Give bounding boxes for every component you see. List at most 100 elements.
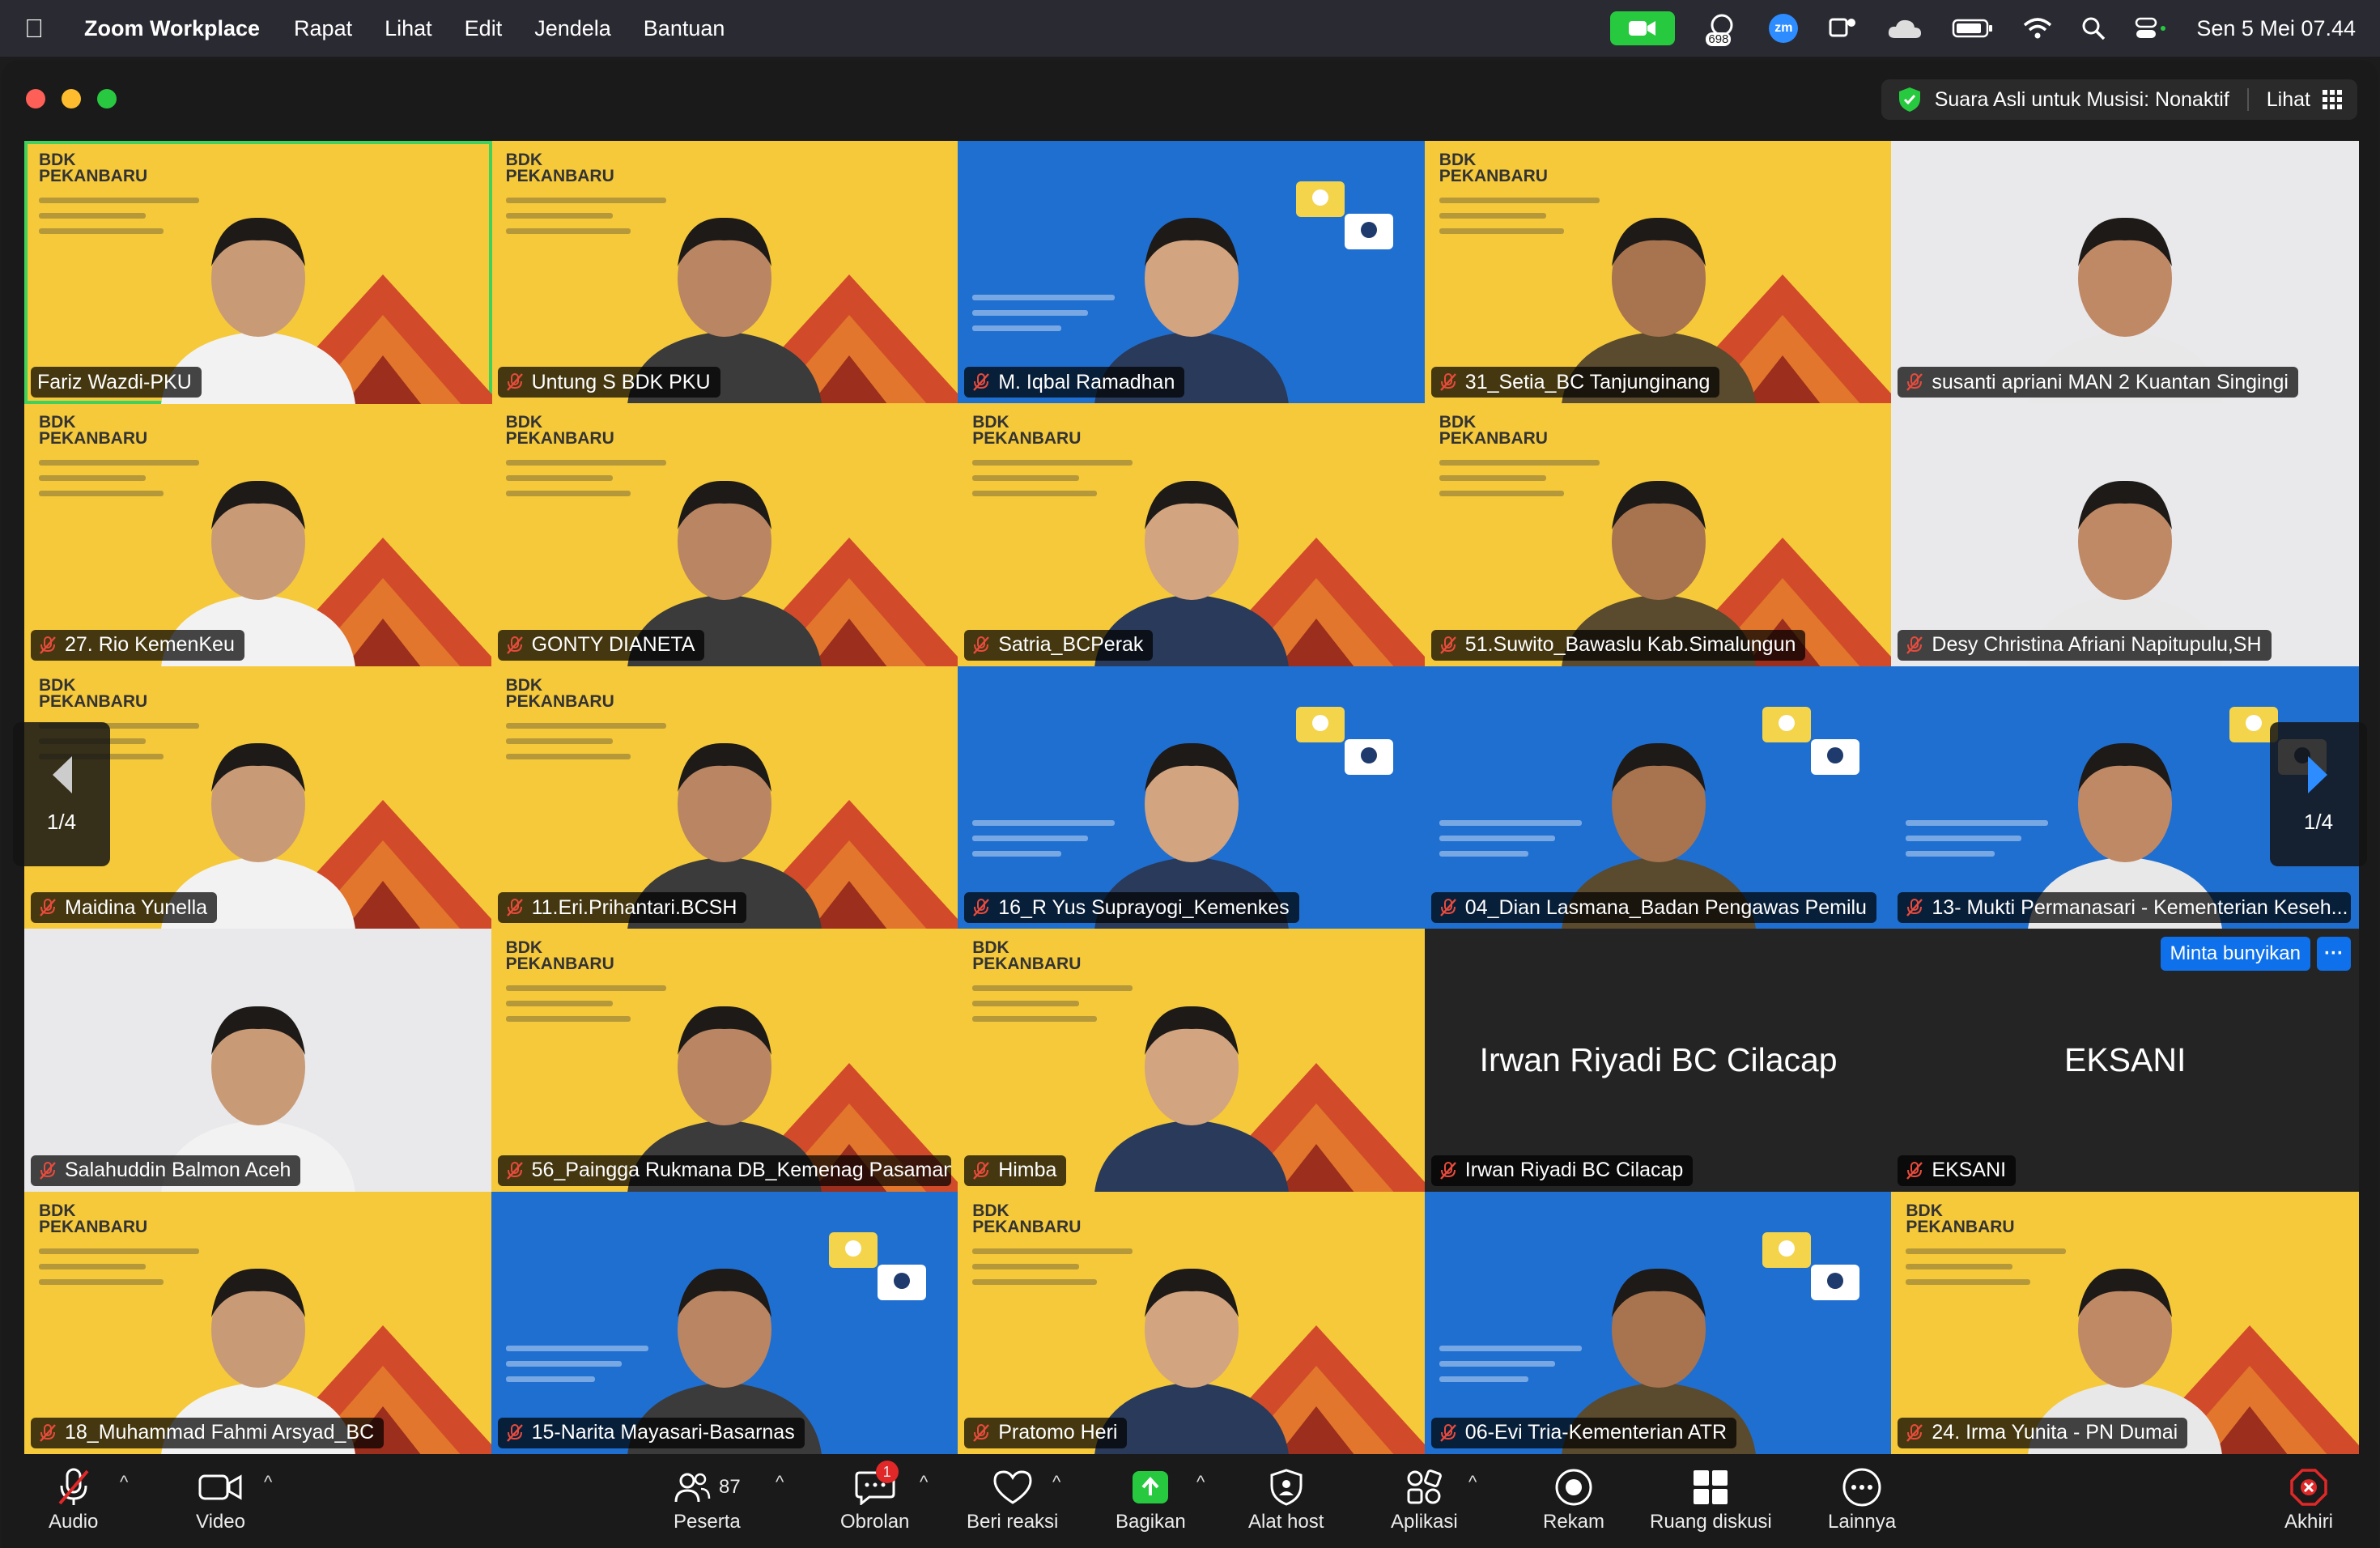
original-sound-status[interactable]: Suara Asli untuk Musisi: Nonaktif [1935,88,2229,112]
audio-options-chevron-icon[interactable]: ^ [120,1472,128,1493]
grid-view-icon[interactable] [2322,89,2343,110]
participant-name: EKSANI [1932,1159,2007,1182]
participant-display-name: Irwan Riyadi BC Cilacap [1479,1041,1838,1079]
participant-tile[interactable]: BDK PEKANBARU 24. Irma Yunita - PN Dumai [1891,1191,2359,1455]
video-button[interactable]: Video [196,1464,245,1533]
chat-button[interactable]: 1 Obrolan [840,1461,909,1533]
wifi-icon[interactable] [2023,17,2052,40]
close-window-button[interactable] [26,89,45,108]
participant-tile[interactable]: BDK PEKANBARU 11.Eri.Prihantari.BCSH [491,666,959,930]
zoom-video-status-icon[interactable] [1610,11,1676,45]
participant-tile[interactable]: BDK PEKANBARU 56_Paingga Rukmana DB_Kemena… [491,929,959,1193]
slide-title: BDK PEKANBARU [1906,1202,2014,1235]
participant-tile[interactable]: BDK PEKANBARU 27. Rio KemenKeu [24,403,492,667]
end-meeting-icon [2290,1469,2327,1506]
participants-options-chevron-icon[interactable]: ^ [776,1472,784,1493]
participants-button[interactable]: 87 Peserta [674,1464,741,1533]
ask-to-unmute-button[interactable]: Minta bunyikan [2160,937,2310,972]
participant-tile[interactable]: Desy Christina Afriani Napitupulu,SH [1891,403,2359,667]
participant-tile[interactable]: Irwan Riyadi BC Cilacap Irwan Riyadi BC C… [1424,929,1893,1193]
apps-button[interactable]: Aplikasi [1391,1464,1458,1533]
more-button[interactable]: Lainnya [1828,1464,1896,1533]
participant-name: Salahuddin Balmon Aceh [65,1159,291,1182]
participant-tile[interactable]: BDK PEKANBARU Pratomo Heri [958,1191,1426,1455]
chevron-left-icon [53,755,72,793]
share-label: Bagikan [1116,1511,1186,1533]
participant-nameplate: 56_Paingga Rukmana DB_Kemenag Pasaman [497,1155,951,1186]
participant-tile[interactable]: BDK PEKANBARU 51.Suwito_Bawaslu Kab.Simalu… [1424,403,1893,667]
battery-icon[interactable] [1952,18,1994,39]
heart-icon [993,1470,1032,1504]
participant-tile[interactable]: BDK PEKANBARU Untung S BDK PKU [491,141,959,405]
reactions-button[interactable]: Beri reaksi [967,1464,1058,1533]
microphone-muted-icon [1906,899,1923,916]
end-meeting-button[interactable]: Akhiri [2284,1464,2333,1533]
menu-rapat[interactable]: Rapat [294,16,352,41]
slide-title-line: PEKANBARU [505,691,614,711]
microphone-muted-icon [973,1423,990,1442]
participant-tile[interactable]: 16_R Yus Suprayogi_Kemenkes [958,666,1426,930]
participant-tile[interactable]: BDK PEKANBARU GONTY DIANETA [491,403,959,667]
share-options-chevron-icon[interactable]: ^ [1196,1472,1205,1493]
next-page-button[interactable]: 1/4 [2270,722,2367,866]
microphone-muted-icon [58,1468,89,1505]
slide-title: BDK PEKANBARU [972,414,1081,447]
record-button[interactable]: Rekam [1543,1464,1604,1533]
share-button[interactable]: Bagikan [1116,1464,1186,1533]
cloud-icon[interactable] [1887,17,1923,40]
participant-tile[interactable]: M. Iqbal Ramadhan [958,141,1426,405]
apps-options-chevron-icon[interactable]: ^ [1468,1472,1477,1493]
audio-button[interactable]: Audio [49,1464,98,1533]
host-tools-button[interactable]: Alat host [1248,1464,1324,1533]
microphone-muted-icon [1906,636,1923,654]
participant-nameplate: GONTY DIANETA [497,629,705,661]
meeting-toolbar: Audio ^ Video ^ 87 Peserta ^ 1 Obrolan ^… [2,1454,2378,1548]
zoom-meeting-window: Suara Asli untuk Musisi: Nonaktif Lihat … [2,60,2378,1548]
chat-options-chevron-icon[interactable]: ^ [920,1472,928,1493]
menu-jendela[interactable]: Jendela [534,16,611,41]
microphone-muted-icon [1906,373,1923,392]
zoom-window-button[interactable] [97,89,117,108]
participant-name: Untung S BDK PKU [531,370,711,393]
view-button-label[interactable]: Lihat [2267,88,2310,112]
participant-name: 18_Muhammad Fahmi Arsyad_BC [65,1421,375,1444]
control-center-icon[interactable] [2135,16,2167,40]
menubar-clock[interactable]: Sen 5 Mei 07.44 [2196,16,2356,41]
app-menu-name[interactable]: Zoom Workplace [84,16,260,41]
participant-tile[interactable]: BDK PEKANBARU 18_Muhammad Fahmi Arsyad_BC [24,1191,492,1455]
teams-icon[interactable] [1827,15,1858,42]
page-indicator-left: 1/4 [46,809,77,834]
participant-tile[interactable]: EKSANI EKSANI Minta bunyikan ··· [1891,929,2359,1193]
menu-bantuan[interactable]: Bantuan [644,16,725,41]
participant-nameplate: 51.Suwito_Bawaslu Kab.Simalungun [1430,629,1806,661]
page-indicator-right: 1/4 [2303,809,2334,834]
participant-tile[interactable]: 06-Evi Tria-Kementerian ATR [1424,1191,1893,1455]
share-screen-icon [1133,1471,1169,1503]
participant-tile[interactable]: 15-Narita Mayasari-Basarnas [491,1191,959,1455]
participant-nameplate: EKSANI [1898,1155,2017,1186]
video-options-chevron-icon[interactable]: ^ [264,1472,272,1493]
participant-tile[interactable]: 04_Dian Lasmana_Badan Pengawas Pemilu [1424,666,1893,930]
participant-tile[interactable]: susanti apriani MAN 2 Kuantan Singingi [1891,141,2359,405]
participant-tile[interactable]: BDK PEKANBARU Himba [958,929,1426,1193]
participant-name: Maidina Yunella [65,895,208,919]
search-icon[interactable] [2081,16,2106,40]
microphone-muted-icon [1906,1423,1923,1442]
menu-edit[interactable]: Edit [465,16,503,41]
participant-tile[interactable]: BDK PEKANBARU Fariz Wazdi-PKU [24,141,492,405]
reactions-options-chevron-icon[interactable]: ^ [1052,1472,1060,1493]
participant-tile[interactable]: Salahuddin Balmon Aceh [24,929,492,1193]
participant-more-options-button[interactable]: ··· [2316,937,2351,972]
breakout-rooms-button[interactable]: Ruang diskusi [1650,1464,1772,1533]
notification-icon[interactable]: 698 [1704,11,1740,46]
record-label: Rekam [1543,1511,1605,1533]
menu-lihat[interactable]: Lihat [385,16,432,41]
previous-page-button[interactable]: 1/4 [13,722,110,866]
zoom-menu-icon[interactable]: zm [1769,14,1799,43]
participant-tile[interactable]: BDK PEKANBARU 31_Setia_BC Tanjunginang [1424,141,1893,405]
participant-tile[interactable]: BDK PEKANBARU Satria_BCPerak [958,403,1426,667]
apple-icon[interactable]:  [24,14,57,44]
slide-title: BDK PEKANBARU [1439,414,1548,447]
slide-title-line: BDK [505,675,543,695]
minimize-window-button[interactable] [62,89,81,108]
